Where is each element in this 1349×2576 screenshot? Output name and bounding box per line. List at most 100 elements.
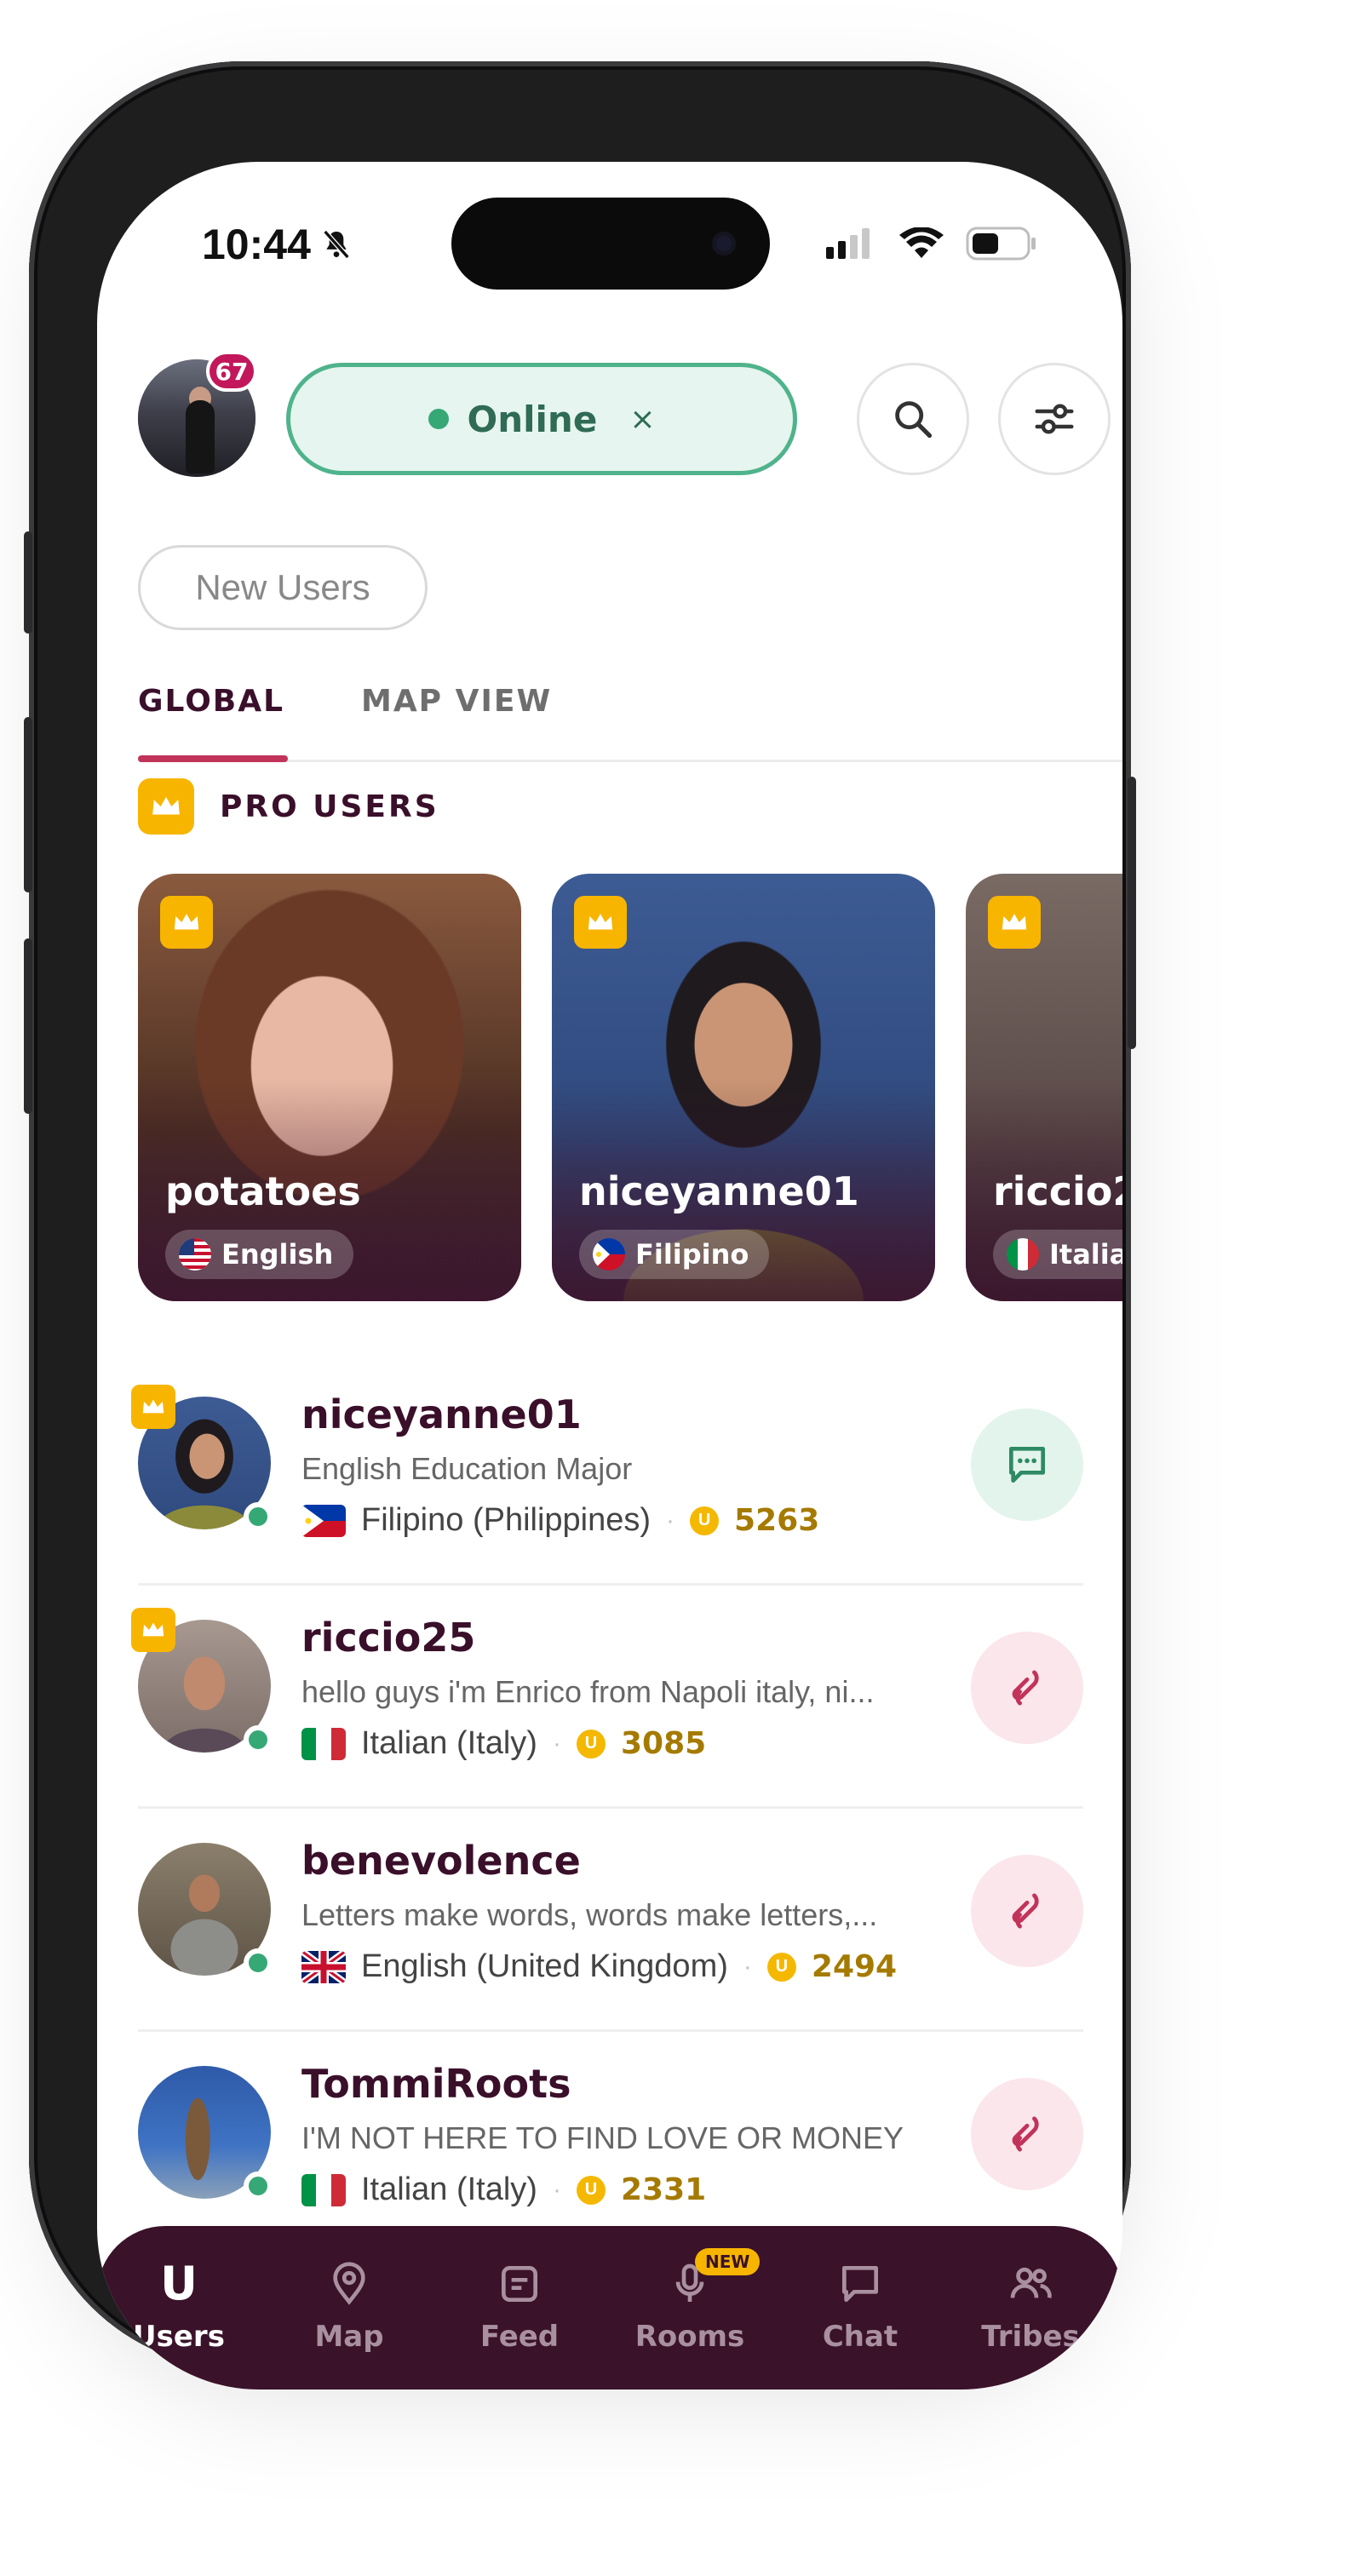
online-status-dot (244, 2172, 273, 2200)
wave-icon (1012, 2116, 1039, 2152)
language-badge: Italian (993, 1230, 1122, 1279)
nav-tribes-label: Tribes (981, 2320, 1080, 2354)
wave-icon (1012, 1670, 1039, 1706)
view-tabs: GLOBAL MAP VIEW (138, 660, 1122, 762)
wave-icon (1012, 1893, 1039, 1929)
language-label: Filipino (635, 1238, 749, 1271)
nav-chat[interactable]: Chat (775, 2260, 945, 2354)
crown-icon (988, 896, 1041, 949)
nav-users[interactable]: U Users (97, 2260, 264, 2355)
it-flag-icon (301, 1727, 346, 1760)
user-list-item[interactable]: benevolence Letters make words, words ma… (138, 1809, 1083, 2032)
coin-icon: U (576, 1729, 606, 1758)
nav-feed[interactable]: Feed (434, 2260, 605, 2354)
nav-users-label: Users (133, 2320, 225, 2354)
coin-icon: U (576, 2175, 606, 2205)
search-icon (895, 401, 933, 439)
volume-up-button (24, 717, 32, 892)
feed-icon (502, 2266, 537, 2302)
language-badge: English (165, 1230, 354, 1279)
user-points: 2331 (620, 2172, 707, 2207)
wave-button[interactable] (971, 1632, 1083, 1744)
user-meta: English (United Kingdom) · U 2494 (301, 1948, 897, 1985)
pro-user-card[interactable]: potatoes English (138, 874, 521, 1301)
notification-count-badge: 67 (206, 351, 257, 392)
nav-rooms[interactable]: NEW Rooms (605, 2248, 775, 2354)
crown-icon (131, 1385, 175, 1429)
user-bio: English Education Major (301, 1451, 633, 1486)
user-bio: hello guys i'm Enrico from Napoli italy,… (301, 1674, 875, 1709)
user-language: English (United Kingdom) (361, 1948, 728, 1984)
nav-rooms-label: Rooms (634, 2320, 745, 2354)
filter-button[interactable] (998, 363, 1111, 475)
crown-icon (160, 896, 213, 949)
people-icon (1010, 2267, 1052, 2298)
user-points: 5263 (734, 1503, 820, 1538)
ph-flag-icon (593, 1238, 625, 1271)
tab-map-view[interactable]: MAP VIEW (361, 684, 552, 719)
nav-map[interactable]: Map (264, 2260, 434, 2354)
it-flag-icon (1007, 1238, 1039, 1271)
user-meta: Filipino (Philippines) · U 5263 (301, 1502, 819, 1539)
separator: · (743, 1952, 752, 1981)
user-list-item[interactable]: riccio25 hello guys i'm Enrico from Napo… (131, 1586, 1083, 1809)
bottom-navigation: U Users Map Feed NEW Rooms Chat Tribes (97, 2226, 1122, 2390)
user-meta: Italian (Italy) · U 2331 (301, 2172, 706, 2208)
pro-users-header: PRO USERS (138, 778, 439, 835)
pro-user-name: niceyanne01 (579, 1168, 859, 1214)
volume-down-button (24, 938, 32, 1114)
camera-icon (712, 232, 736, 255)
map-pin-icon (333, 2262, 365, 2305)
user-name: niceyanne01 (301, 1391, 582, 1437)
pro-user-card[interactable]: niceyanne01 Filipino (552, 874, 935, 1301)
user-language: Italian (Italy) (361, 1725, 537, 1761)
online-status-dot (428, 409, 449, 429)
us-flag-icon (179, 1238, 211, 1271)
nav-feed-label: Feed (479, 2320, 560, 2354)
chat-bubble-icon (842, 2266, 878, 2302)
user-name: TommiRoots (301, 2061, 571, 2107)
battery-icon (966, 227, 1036, 261)
app-screen: 10:44 67 Online × New Users GLOBAL MAP V… (97, 162, 1122, 2390)
silent-switch (24, 531, 32, 634)
language-label: Italian (1049, 1238, 1122, 1271)
bell-slash-icon (323, 230, 350, 259)
online-filter-label: Online (467, 398, 598, 440)
chat-icon (1009, 1447, 1045, 1483)
sliders-icon (1035, 404, 1074, 434)
separator: · (666, 1506, 675, 1535)
new-badge: NEW (695, 2248, 761, 2275)
status-time-text: 10:44 (202, 221, 311, 268)
search-button[interactable] (857, 363, 969, 475)
crown-icon (574, 896, 627, 949)
close-icon[interactable]: × (629, 402, 655, 437)
nav-tribes[interactable]: Tribes (945, 2260, 1116, 2354)
ph-flag-icon (301, 1504, 346, 1537)
user-bio: I'M NOT HERE TO FIND LOVE OR MONEY (301, 2120, 904, 2155)
pro-user-name: riccio25 (993, 1168, 1122, 1214)
wave-button[interactable] (971, 1855, 1083, 1967)
language-badge: Filipino (579, 1230, 770, 1279)
pro-users-title: PRO USERS (220, 789, 439, 824)
nav-chat-label: Chat (822, 2320, 898, 2354)
tab-global[interactable]: GLOBAL (138, 684, 284, 719)
online-status-dot (244, 1948, 273, 1977)
user-name: riccio25 (301, 1615, 476, 1661)
wifi-icon (899, 227, 944, 258)
user-list-item[interactable]: niceyanne01 English Education Major Fili… (131, 1363, 1083, 1586)
pro-user-card[interactable]: riccio25 Italian (966, 874, 1122, 1301)
user-list-item[interactable]: TommiRoots I'M NOT HERE TO FIND LOVE OR … (138, 2032, 1083, 2255)
crown-icon (138, 778, 194, 835)
online-status-dot (244, 1725, 273, 1754)
user-points: 2494 (811, 1949, 898, 1984)
online-filter-chip[interactable]: Online × (286, 363, 797, 475)
wave-button[interactable] (971, 2078, 1083, 2190)
chat-button[interactable] (971, 1408, 1083, 1521)
new-users-chip[interactable]: New Users (138, 545, 428, 630)
coin-icon: U (766, 1952, 796, 1982)
user-name: benevolence (301, 1838, 581, 1884)
dynamic-island (451, 198, 770, 290)
status-bar-time: 10:44 (202, 220, 353, 269)
online-status-dot (244, 1502, 273, 1531)
separator: · (552, 1729, 561, 1758)
